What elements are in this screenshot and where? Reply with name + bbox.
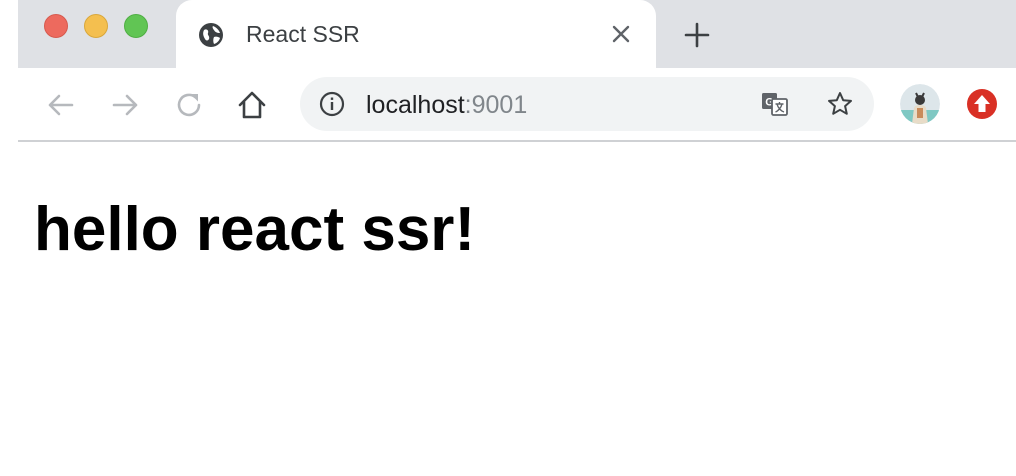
globe-icon (198, 22, 224, 48)
arrow-left-icon[interactable] (45, 89, 77, 121)
address-bar[interactable]: localhost:9001 G (300, 77, 874, 131)
url-host: localhost (366, 91, 465, 119)
tab-close-icon[interactable] (609, 22, 633, 46)
star-icon[interactable] (826, 90, 854, 118)
translate-icon[interactable]: G (760, 90, 790, 118)
browser-toolbar: localhost:9001 G (18, 68, 1016, 142)
new-tab-icon[interactable] (682, 20, 712, 50)
profile-avatar[interactable] (900, 84, 940, 124)
arrow-right-icon[interactable] (109, 89, 141, 121)
home-icon[interactable] (236, 89, 268, 121)
page-heading: hello react ssr! (34, 195, 476, 264)
tab-strip: React SSR (18, 0, 1016, 68)
window-close-button[interactable] (44, 14, 68, 38)
page-content: hello react ssr! (0, 142, 1016, 476)
tab-react-ssr[interactable]: React SSR (176, 0, 656, 68)
info-icon[interactable] (318, 90, 346, 118)
browser-window: React SSR localhost:9001 G hello react s… (0, 0, 1016, 476)
url-text[interactable]: localhost:9001 (366, 90, 527, 120)
window-maximize-button[interactable] (124, 14, 148, 38)
url-port: :9001 (464, 91, 528, 119)
window-minimize-button[interactable] (84, 14, 108, 38)
tab-title: React SSR (246, 21, 360, 47)
reload-icon[interactable] (174, 89, 206, 121)
extension-icon[interactable] (966, 88, 998, 120)
